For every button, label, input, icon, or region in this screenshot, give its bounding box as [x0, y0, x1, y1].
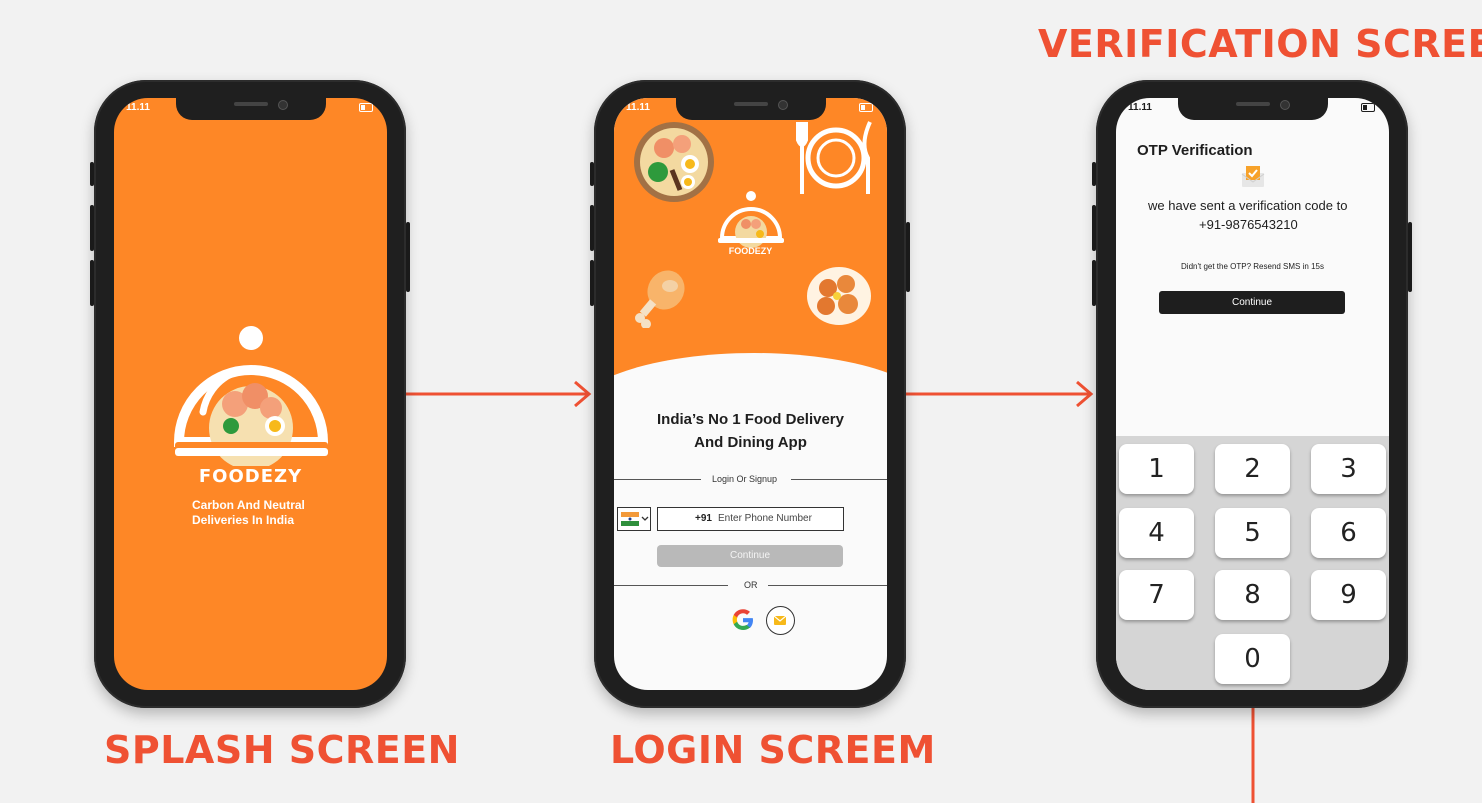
login-brand: FOODEZY	[728, 246, 773, 256]
notch	[1178, 98, 1328, 120]
plate-cutlery-icon	[796, 121, 872, 194]
key-6[interactable]: 6	[1311, 508, 1386, 558]
noodle-bowl-icon	[634, 122, 714, 202]
splash-tagline: Carbon And Neutral Deliveries In India	[192, 498, 305, 527]
status-time: 11.11	[126, 102, 150, 113]
arrow-verification-down	[1251, 700, 1255, 803]
battery-icon	[359, 103, 373, 112]
verification-screen: 11.11 OTP Verification we have sent a ve…	[1116, 98, 1389, 690]
phone-number-input[interactable]: +91 Enter Phone Number	[657, 507, 844, 531]
caption-splash-screen: SPLASH SCREEN	[104, 728, 460, 772]
battery-icon	[859, 103, 873, 112]
resend-otp-text[interactable]: Didn't get the OTP? Resend SMS in 15s	[1116, 262, 1389, 271]
arrow-splash-to-login	[405, 380, 592, 408]
google-icon	[732, 609, 753, 630]
key-7[interactable]: 7	[1119, 570, 1194, 620]
key-0[interactable]: 0	[1215, 634, 1290, 684]
email-login-button[interactable]	[766, 606, 795, 635]
key-4[interactable]: 4	[1119, 508, 1194, 558]
status-time: 11.11	[1128, 102, 1152, 113]
chicken-leg-icon	[635, 270, 685, 328]
or-divider-left	[614, 585, 728, 586]
key-3[interactable]: 3	[1311, 444, 1386, 494]
status-time: 11.11	[626, 102, 650, 113]
login-screen: 11.11 FOODEZY India’s No 1 Food Delivery…	[614, 98, 887, 690]
splash-phone: 11.11 FOODEZY Carbon And Neutral Deliver…	[90, 80, 410, 708]
phone-placeholder: Enter Phone Number	[718, 513, 812, 524]
mail-icon	[774, 616, 786, 625]
splash-screen: 11.11 FOODEZY Carbon And Neutral Deliver…	[114, 98, 387, 690]
envelope-check-icon	[1241, 166, 1265, 187]
pakora-plate-icon	[807, 267, 871, 325]
country-code: +91	[695, 513, 712, 524]
verification-continue-button[interactable]: Continue	[1159, 291, 1345, 314]
key-2[interactable]: 2	[1215, 444, 1290, 494]
key-5[interactable]: 5	[1215, 508, 1290, 558]
splash-brand: FOODEZY	[198, 466, 303, 487]
or-divider-right	[768, 585, 887, 586]
google-login-button[interactable]	[729, 606, 757, 634]
notch	[676, 98, 826, 120]
chevron-down-icon	[641, 516, 649, 521]
or-label: OR	[744, 580, 758, 590]
login-phone: 11.11 FOODEZY India’s No 1 Food Delivery…	[590, 80, 910, 708]
notch	[176, 98, 326, 120]
divider-left	[614, 479, 701, 480]
key-8[interactable]: 8	[1215, 570, 1290, 620]
india-flag-icon	[621, 512, 639, 526]
login-or-signup-label: Login Or Signup	[712, 474, 778, 484]
country-flag-select[interactable]	[617, 507, 651, 531]
numeric-keypad: 1 2 3 4 5 6 7 8 9 0	[1116, 436, 1389, 690]
key-1[interactable]: 1	[1119, 444, 1194, 494]
verification-phone: 11.11 OTP Verification we have sent a ve…	[1092, 80, 1412, 708]
verification-message: we have sent a verification code to +91-…	[1148, 198, 1348, 232]
cloche-logo-icon	[173, 326, 329, 466]
login-headline: India’s No 1 Food Delivery And Dining Ap…	[657, 411, 844, 451]
battery-icon	[1361, 103, 1375, 112]
key-9[interactable]: 9	[1311, 570, 1386, 620]
otp-title: OTP Verification	[1137, 142, 1253, 159]
login-continue-button[interactable]: Continue	[657, 545, 843, 567]
divider-right	[791, 479, 887, 480]
arrow-login-to-verification	[905, 380, 1094, 408]
foodezy-logo-icon	[718, 191, 784, 248]
caption-verification-screen: VERIFICATION SCREEN	[1038, 22, 1482, 66]
caption-login-screen: LOGIN SCREEM	[610, 728, 936, 772]
